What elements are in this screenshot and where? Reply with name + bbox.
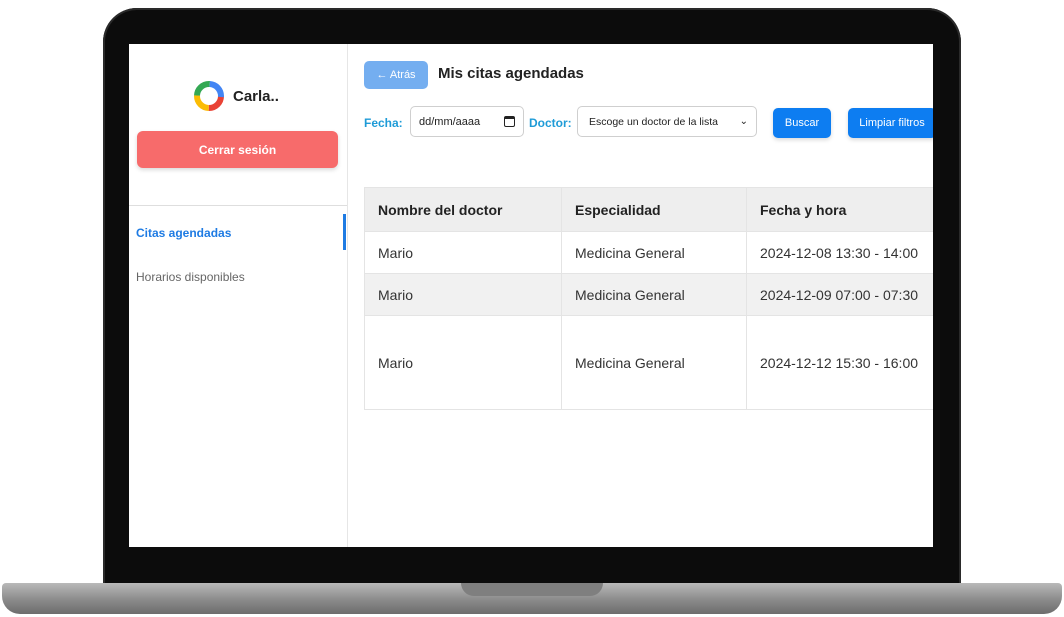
column-header-doctor: Nombre del doctor xyxy=(364,187,562,232)
sidebar-divider xyxy=(129,205,347,206)
cell-datetime: 2024-12-08 13:30 - 14:00 xyxy=(746,231,933,274)
doctor-filter-label: Doctor: xyxy=(529,116,572,130)
sidebar-item-horarios-disponibles[interactable]: Horarios disponibles xyxy=(136,270,245,284)
cell-datetime: 2024-12-12 15:30 - 16:00 xyxy=(746,315,933,410)
cell-specialty: Medicina General xyxy=(561,315,747,410)
calendar-icon[interactable] xyxy=(504,116,515,127)
date-placeholder: dd/mm/aaaa xyxy=(419,115,481,128)
clear-filters-button[interactable]: Limpiar filtros xyxy=(848,108,933,138)
doctor-select-value: Escoge un doctor de la lista xyxy=(589,115,718,128)
search-button[interactable]: Buscar xyxy=(773,108,831,138)
appointments-table: Nombre del doctor Especialidad Fecha y h… xyxy=(364,187,933,410)
active-indicator xyxy=(343,214,346,250)
cell-specialty: Medicina General xyxy=(561,231,747,274)
chevron-down-icon: ⌄ xyxy=(739,116,748,127)
app-screen: Carla.. Cerrar sesión Citas agendadas Ho… xyxy=(129,44,933,547)
table-row: Mario Medicina General 2024-12-08 13:30 … xyxy=(364,231,933,274)
date-input[interactable]: dd/mm/aaaa xyxy=(410,106,524,137)
logo: Carla.. xyxy=(193,80,279,112)
table-row: Mario Medicina General 2024-12-12 15:30 … xyxy=(364,315,933,410)
column-header-specialty: Especialidad xyxy=(561,187,747,232)
doctor-select[interactable]: Escoge un doctor de la lista ⌄ xyxy=(577,106,757,137)
table-row: Mario Medicina General 2024-12-09 07:00 … xyxy=(364,273,933,316)
sidebar-item-citas-agendadas[interactable]: Citas agendadas xyxy=(136,226,231,240)
page-title: Mis citas agendadas xyxy=(438,65,584,82)
cell-specialty: Medicina General xyxy=(561,273,747,316)
brand-name: Carla.. xyxy=(233,87,279,105)
cell-doctor: Mario xyxy=(364,273,562,316)
laptop-notch xyxy=(461,583,603,596)
table-header-row: Nombre del doctor Especialidad Fecha y h… xyxy=(364,187,933,232)
cell-datetime: 2024-12-09 07:00 - 07:30 xyxy=(746,273,933,316)
logo-icon xyxy=(194,81,224,111)
sidebar: Carla.. Cerrar sesión Citas agendadas Ho… xyxy=(129,44,348,547)
column-header-datetime: Fecha y hora xyxy=(746,187,933,232)
date-filter-label: Fecha: xyxy=(364,116,403,130)
logout-button[interactable]: Cerrar sesión xyxy=(137,131,338,168)
cell-doctor: Mario xyxy=(364,231,562,274)
cell-doctor: Mario xyxy=(364,315,562,410)
back-button[interactable]: ← Atrás xyxy=(364,61,428,89)
